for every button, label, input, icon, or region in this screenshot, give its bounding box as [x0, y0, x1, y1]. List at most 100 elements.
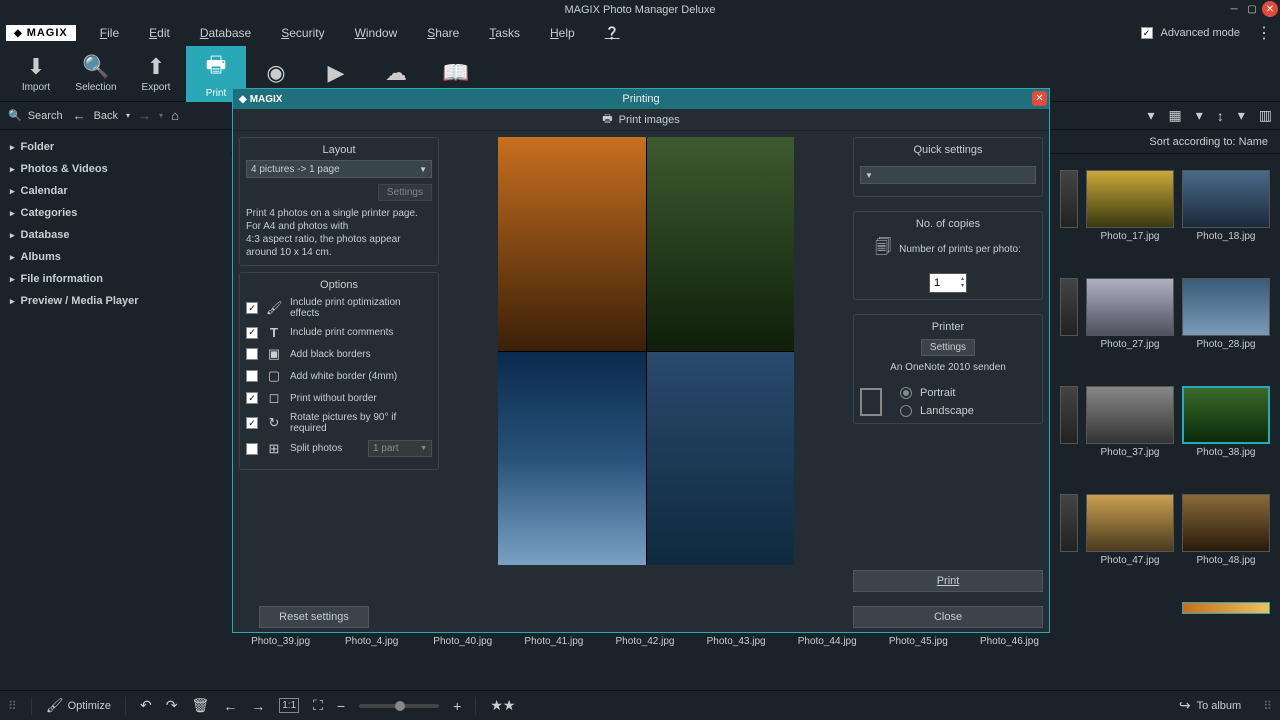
thumb-17[interactable]: Photo_17.jpg	[1086, 170, 1174, 242]
menu-window[interactable]: Window	[349, 23, 404, 43]
forward-icon[interactable]: →	[138, 108, 151, 123]
thumb-partial2[interactable]	[1060, 278, 1078, 336]
printer-settings-button[interactable]: Settings	[921, 339, 975, 356]
advanced-mode-checkbox[interactable]: ✓	[1141, 27, 1153, 39]
sidebar-item-database[interactable]: Database	[0, 224, 230, 246]
back-label[interactable]: Back	[94, 110, 118, 122]
book-icon: 📖	[442, 60, 469, 86]
menu-quickhelp[interactable]: ❔	[599, 23, 626, 43]
thumb-47[interactable]: Photo_47.jpg	[1086, 494, 1174, 566]
thumb-48[interactable]: Photo_48.jpg	[1182, 494, 1270, 566]
sidebar-item-photos[interactable]: Photos & Videos	[0, 158, 230, 180]
parts-combo[interactable]: 1 part	[368, 440, 432, 457]
redo-icon[interactable]: ↷	[166, 697, 178, 714]
layout-title: Layout	[246, 144, 432, 156]
zoom-in-icon[interactable]: +	[453, 698, 461, 714]
radio-portrait[interactable]	[900, 387, 912, 399]
sidebar-item-folder[interactable]: Folder	[0, 136, 230, 158]
fullscreen-icon[interactable]: ⛶	[313, 697, 323, 714]
view-grid-icon[interactable]: ▦	[1168, 107, 1181, 124]
split-icon: ⊞	[266, 441, 282, 457]
download-icon: ⬇	[27, 54, 45, 80]
options-panel: Options ✓🖌Include print optimization eff…	[239, 272, 439, 470]
selection-button[interactable]: 🔍Selection	[66, 46, 126, 102]
layout-settings-button[interactable]: Settings	[378, 184, 432, 201]
thumb-strip[interactable]	[1182, 602, 1270, 614]
fit-icon[interactable]: 1:1	[279, 698, 299, 713]
search-area[interactable]: 🔍Search	[8, 109, 63, 122]
lbl-42: Photo_42.jpg	[612, 636, 677, 647]
menu-help[interactable]: Help	[544, 23, 581, 43]
undo-icon[interactable]: ↶	[140, 697, 152, 714]
menu-security[interactable]: Security	[275, 23, 330, 43]
thumb-partial[interactable]	[1060, 170, 1078, 228]
home-icon[interactable]: ⌂	[171, 108, 179, 123]
more-icon[interactable]: ⋮	[1256, 23, 1272, 43]
thumb-partial3[interactable]	[1060, 386, 1078, 444]
optimize-button[interactable]: 🖌Optimize	[46, 697, 111, 714]
import-button[interactable]: ⬇Import	[6, 46, 66, 102]
stars-icon[interactable]: ★★	[490, 697, 515, 714]
close-action-button[interactable]: Close	[853, 606, 1043, 628]
printer-name: An OneNote 2010 senden	[860, 362, 1036, 373]
quick-settings-panel: Quick settings	[853, 137, 1043, 197]
thumb-37[interactable]: Photo_37.jpg	[1086, 386, 1174, 458]
chk-optimize[interactable]: ✓	[246, 302, 258, 314]
dropdown-icon[interactable]: ▾	[1147, 107, 1154, 124]
dropdown3-icon[interactable]: ▾	[1238, 107, 1245, 124]
print-action-button[interactable]: Print	[853, 570, 1043, 592]
panel-icon[interactable]: ▥	[1259, 107, 1272, 124]
chk-no-border[interactable]: ✓	[246, 392, 258, 404]
minimize-button[interactable]: ─	[1226, 1, 1242, 17]
menu-tasks[interactable]: Tasks	[483, 23, 526, 43]
zoom-out-icon[interactable]: −	[337, 698, 345, 714]
chk-black-border[interactable]	[246, 348, 258, 360]
back-icon[interactable]: ←	[73, 108, 86, 123]
sidebar: Folder Photos & Videos Calendar Categori…	[0, 130, 230, 690]
sidebar-item-calendar[interactable]: Calendar	[0, 180, 230, 202]
chk-white-border[interactable]	[246, 370, 258, 382]
preview-cell-4	[647, 352, 795, 566]
prev-icon[interactable]: ←	[223, 698, 237, 714]
to-album-button[interactable]: ↪To album	[1179, 697, 1241, 714]
chk-rotate[interactable]: ✓	[246, 417, 258, 429]
bottom-toolbar: ⠿ 🖌Optimize ↶ ↷ 🗑 ← → 1:1 ⛶ − + ★★ ↪To a…	[0, 690, 1280, 720]
chk-comments[interactable]: ✓	[246, 327, 258, 339]
menu-database[interactable]: Database	[194, 23, 257, 43]
export-button[interactable]: ⬆Export	[126, 46, 186, 102]
back-menu[interactable]: ▾	[126, 111, 130, 120]
thumb-38[interactable]: Photo_38.jpg	[1182, 386, 1270, 458]
copies-spinner[interactable]: 1	[929, 273, 967, 293]
sidebar-item-preview[interactable]: Preview / Media Player	[0, 290, 230, 312]
thumb-27[interactable]: Photo_27.jpg	[1086, 278, 1174, 350]
dialog-title: Printing	[622, 93, 659, 105]
forward-menu[interactable]: ▾	[159, 111, 163, 120]
sidebar-item-categories[interactable]: Categories	[0, 202, 230, 224]
next-icon[interactable]: →	[251, 698, 265, 714]
thumb-partial4[interactable]	[1060, 494, 1078, 552]
sort-icon[interactable]: ↕	[1217, 108, 1224, 124]
thumb-18[interactable]: Photo_18.jpg	[1182, 170, 1270, 242]
sidebar-item-fileinfo[interactable]: File information	[0, 268, 230, 290]
dropdown2-icon[interactable]: ▾	[1196, 107, 1203, 124]
radio-landscape[interactable]	[900, 405, 912, 417]
close-button[interactable]: ✕	[1262, 1, 1278, 17]
menu-edit[interactable]: Edit	[143, 23, 176, 43]
layout-combo[interactable]: 4 pictures -> 1 page	[246, 160, 432, 178]
lbl-41: Photo_41.jpg	[521, 636, 586, 647]
reset-settings-button[interactable]: Reset settings	[259, 606, 369, 628]
search-icon: 🔍	[82, 54, 109, 80]
maximize-button[interactable]: ▢	[1244, 1, 1260, 17]
titlebar: MAGIX Photo Manager Deluxe ─ ▢ ✕	[0, 0, 1280, 20]
menu-share[interactable]: Share	[421, 23, 465, 43]
trash-icon[interactable]: 🗑	[191, 697, 209, 714]
zoom-slider[interactable]	[359, 704, 439, 708]
chk-split[interactable]	[246, 443, 258, 455]
print-images-icon: 🖶	[602, 110, 612, 129]
sidebar-item-albums[interactable]: Albums	[0, 246, 230, 268]
lbl-46: Photo_46.jpg	[977, 636, 1042, 647]
menu-file[interactable]: File	[94, 23, 125, 43]
thumb-28[interactable]: Photo_28.jpg	[1182, 278, 1270, 350]
dialog-close-button[interactable]: ✕	[1032, 91, 1047, 106]
quick-combo[interactable]	[860, 166, 1036, 184]
